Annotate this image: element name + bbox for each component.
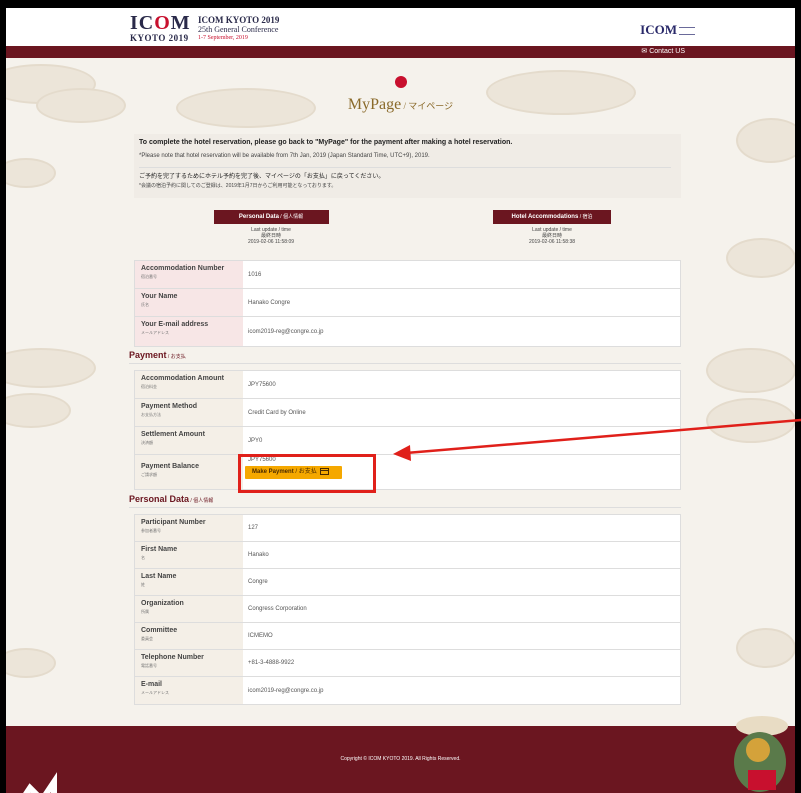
red-arrow-icon bbox=[393, 418, 801, 461]
